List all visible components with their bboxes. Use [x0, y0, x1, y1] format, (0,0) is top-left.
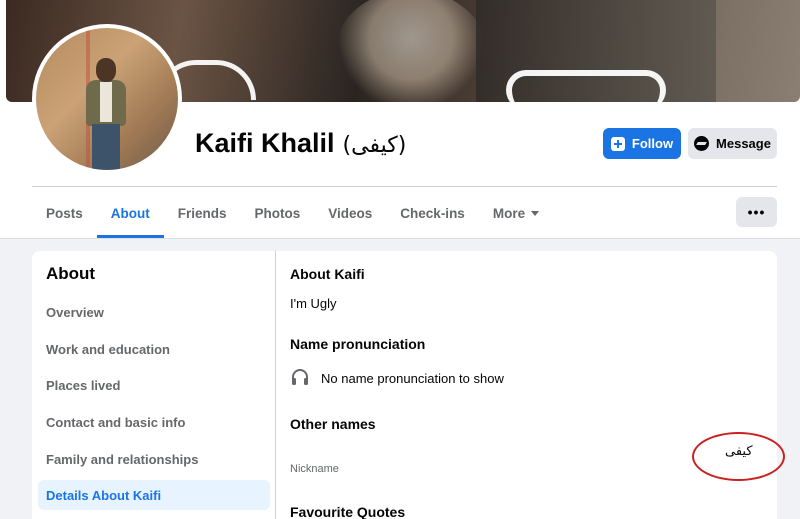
sidebar-item-label: Details About Kaifi: [46, 487, 162, 503]
about-card: About Overview Work and education Places…: [32, 251, 777, 519]
tab-more[interactable]: More: [479, 188, 553, 238]
header-bottom-border: [0, 238, 800, 239]
sidebar-item-contact-info[interactable]: Contact and basic info: [38, 407, 270, 437]
sidebar-item-places-lived[interactable]: Places lived: [38, 370, 270, 400]
follow-label: Follow: [631, 136, 674, 151]
about-text: I'm Ugly: [290, 296, 337, 311]
chevron-down-icon: [531, 210, 540, 216]
tab-label: Friends: [177, 205, 227, 221]
profile-tabs: Posts About Friends Photos Videos Check-…: [32, 188, 553, 238]
tab-label: Videos: [328, 205, 373, 221]
messenger-icon: [694, 136, 710, 151]
message-label: Message: [716, 136, 771, 151]
tab-about[interactable]: About: [96, 188, 164, 238]
sidebar-item-label: Contact and basic info: [46, 414, 186, 430]
tab-photos[interactable]: Photos: [241, 188, 315, 238]
profile-name: Kaifi Khalil: [195, 128, 335, 158]
profile-header: Kaifi Khalil (کیفی) Follow Message Posts…: [0, 0, 800, 239]
tab-label: Check-ins: [400, 205, 465, 221]
nickname-label: Nickname: [290, 463, 339, 475]
sidebar-item-label: Overview: [46, 304, 104, 320]
sidebar-item-family-relationships[interactable]: Family and relationships: [38, 444, 270, 474]
sidebar-item-label: Places lived: [46, 377, 121, 393]
profile-name-row: Kaifi Khalil (کیفی): [195, 128, 406, 159]
about-sidebar: About Overview Work and education Places…: [32, 251, 276, 519]
headphones-icon: [292, 369, 308, 385]
follow-button[interactable]: Follow: [603, 128, 681, 159]
add-friend-icon: [610, 136, 625, 151]
avatar: [36, 28, 178, 170]
sidebar-item-details[interactable]: Details About Kaifi: [38, 480, 270, 510]
more-options-button[interactable]: •••: [736, 197, 777, 227]
sidebar-item-overview[interactable]: Overview: [38, 297, 270, 327]
quotes-heading: Favourite Quotes: [290, 504, 406, 519]
about-heading: About Kaifi: [290, 266, 365, 282]
tab-friends[interactable]: Friends: [164, 188, 241, 238]
tab-label: About: [110, 205, 150, 221]
tab-videos[interactable]: Videos: [314, 188, 386, 238]
pronunciation-text: No name pronunciation to show: [321, 371, 504, 386]
sidebar-item-work-education[interactable]: Work and education: [38, 334, 270, 364]
header-divider: [32, 186, 777, 187]
about-title: About: [46, 264, 96, 283]
annotation-circle: [692, 432, 785, 481]
sidebar-item-label: Family and relationships: [46, 451, 199, 467]
tab-check-ins[interactable]: Check-ins: [386, 188, 479, 238]
other-names-heading: Other names: [290, 416, 376, 432]
profile-picture[interactable]: [32, 24, 182, 174]
sidebar-item-label: Work and education: [46, 341, 170, 357]
tab-label: Photos: [254, 205, 301, 221]
tab-posts[interactable]: Posts: [32, 188, 97, 238]
pronunciation-heading: Name pronunciation: [290, 336, 426, 352]
profile-alt-name: (کیفی): [342, 133, 407, 158]
message-button[interactable]: Message: [688, 128, 777, 159]
tab-label: Posts: [46, 205, 83, 221]
more-dots-icon: •••: [747, 204, 766, 220]
tab-label: More: [492, 205, 526, 221]
